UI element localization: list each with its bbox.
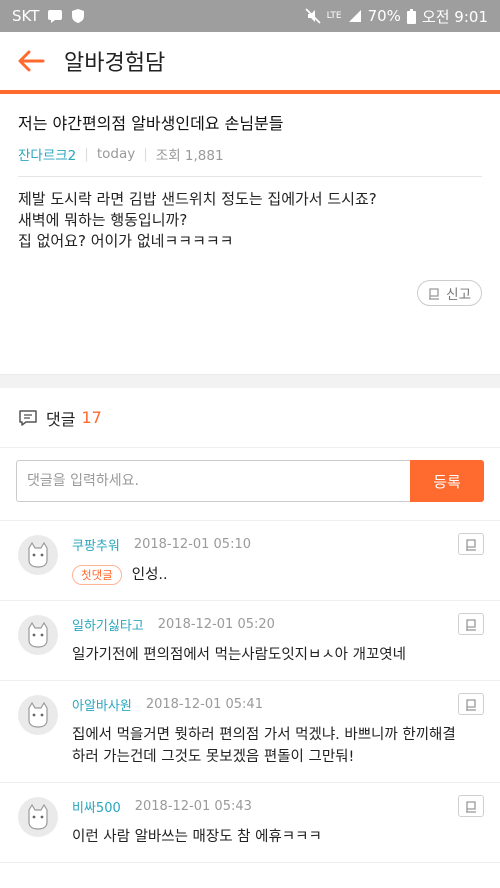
post: 저는 야간편의점 알바생인데요 손님분들 잔다르크2 | today | 조회 …	[0, 94, 500, 360]
network-label: LTE	[326, 10, 342, 21]
comment-line: 하러 가는건데 그것도 못보겠음 편돌이 그만둬!	[72, 749, 355, 765]
back-button[interactable]	[16, 46, 46, 76]
comment-input[interactable]	[16, 460, 410, 502]
avatar[interactable]	[18, 615, 58, 655]
report-button[interactable]: 신고	[417, 280, 482, 306]
comment-line: 인성..	[131, 567, 168, 583]
flag-icon	[466, 698, 476, 711]
cat-avatar-icon	[28, 541, 48, 568]
comment-report-button[interactable]	[458, 613, 484, 635]
report-label: 신고	[446, 287, 471, 303]
flag-icon	[466, 538, 476, 551]
shield-icon	[71, 8, 85, 24]
flag-icon	[466, 618, 476, 631]
comment-form: 등록	[0, 448, 500, 514]
comment-icon	[19, 409, 37, 426]
carrier-label: SKT	[12, 7, 40, 25]
flag-icon	[466, 800, 476, 813]
comment-time: 2018-12-01 05:41	[145, 697, 263, 712]
comment-time: 2018-12-01 05:10	[133, 537, 251, 552]
comment-report-button[interactable]	[458, 533, 484, 555]
status-bar: SKT LTE 70% 오전 9:01	[0, 0, 500, 32]
post-date: today	[96, 146, 136, 162]
avatar[interactable]	[18, 535, 58, 575]
back-arrow-icon	[18, 50, 45, 72]
flag-icon	[429, 287, 440, 300]
comments-header: 댓글 17	[0, 388, 500, 448]
comment-item: 쿠팡추워 2018-12-01 05:10 첫댓글 인성..	[0, 521, 500, 601]
battery-icon	[406, 8, 416, 24]
comment-author[interactable]: 쿠팡추워	[72, 535, 120, 554]
mute-icon	[305, 8, 321, 24]
clock-label: 오전 9:01	[421, 7, 488, 26]
comment-time: 2018-12-01 05:43	[134, 799, 252, 814]
cat-avatar-icon	[28, 701, 48, 728]
comment-item: 일하기싫타고 2018-12-01 05:20 일가기전에 편의점에서 먹는사람…	[0, 601, 500, 681]
battery-label: 70%	[367, 7, 401, 25]
first-comment-badge: 첫댓글	[72, 565, 122, 585]
submit-comment-button[interactable]: 등록	[410, 460, 484, 502]
comment-time: 2018-12-01 05:20	[157, 617, 275, 632]
post-body-line: 새벽에 뭐하는 행동입니까?	[18, 211, 188, 229]
comments-label: 댓글	[46, 409, 76, 429]
post-body-line: 집 없어요? 어이가 없네ㅋㅋㅋㅋㅋ	[18, 232, 234, 250]
report-area: 신고	[18, 252, 482, 360]
post-title: 저는 야간편의점 알바생인데요 손님분들	[18, 114, 284, 133]
app-header: 알바경험담	[0, 32, 500, 94]
comment-item: 비싸500 2018-12-01 05:43 이런 사람 알바쓰는 매장도 참 …	[0, 783, 500, 863]
comment-line: 일가기전에 편의점에서 먹는사람도잇지ㅂㅅ아 개꼬엿네	[72, 647, 406, 663]
comments-count: 17	[81, 408, 102, 427]
avatar[interactable]	[18, 797, 58, 837]
cat-avatar-icon	[28, 803, 48, 830]
comment-text: 일가기전에 편의점에서 먹는사람도잇지ㅂㅅ아 개꼬엿네	[72, 644, 484, 666]
comment-text: 이런 사람 알바쓰는 매장도 참 에휴ㅋㅋㅋ	[72, 826, 484, 848]
comment-report-button[interactable]	[458, 693, 484, 715]
post-body-line: 제발 도시락 라면 김밥 샌드위치 정도는 집에가서 드시죠?	[18, 190, 377, 208]
page-title: 알바경험담	[64, 51, 166, 76]
chat-icon	[47, 9, 63, 23]
comment-author[interactable]: 아알바사원	[72, 695, 132, 714]
post-meta: 잔다르크2 | today | 조회 1,881	[18, 144, 482, 177]
comment-author[interactable]: 일하기싫타고	[72, 615, 144, 634]
post-body: 제발 도시락 라면 김밥 샌드위치 정도는 집에가서 드시죠? 새벽에 뭐하는 …	[18, 177, 482, 252]
post-views: 조회 1,881	[155, 148, 224, 164]
meta-divider: |	[143, 146, 148, 162]
post-author[interactable]: 잔다르크2	[18, 144, 76, 164]
section-gap	[0, 374, 500, 388]
comment-author[interactable]: 비싸500	[72, 797, 121, 816]
avatar[interactable]	[18, 695, 58, 735]
comment-line: 이런 사람 알바쓰는 매장도 참 에휴ㅋㅋㅋ	[72, 829, 322, 845]
cat-avatar-icon	[28, 621, 48, 648]
comment-text: 집에서 먹을거면 뭣하러 편의점 가서 먹겠냐. 바쁘니까 한끼해결 하러 가는…	[72, 724, 484, 768]
comment-line: 집에서 먹을거면 뭣하러 편의점 가서 먹겠냐. 바쁘니까 한끼해결	[72, 727, 456, 743]
comment-report-button[interactable]	[458, 795, 484, 817]
signal-icon	[348, 9, 362, 23]
meta-divider: |	[84, 146, 89, 162]
comment-text: 첫댓글 인성..	[72, 564, 484, 586]
comment-item: 아알바사원 2018-12-01 05:41 집에서 먹을거면 뭣하러 편의점 …	[0, 681, 500, 783]
